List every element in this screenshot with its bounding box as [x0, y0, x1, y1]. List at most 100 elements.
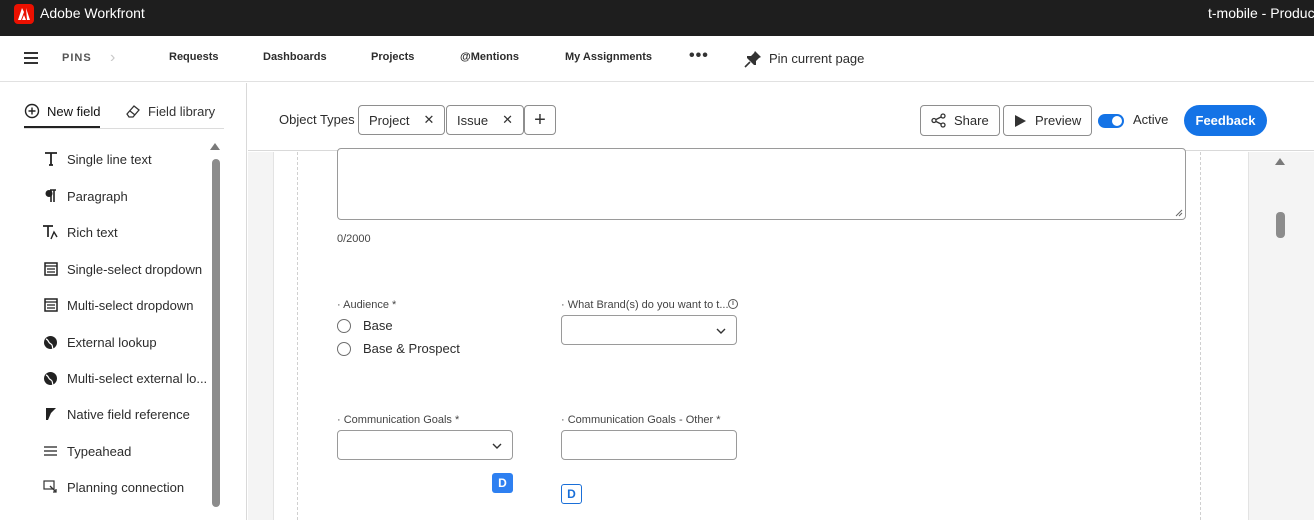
form-canvas: 0/2000 · Audience * Base Base & Prospect…	[248, 148, 1314, 520]
share-button[interactable]: Share	[920, 105, 1000, 136]
character-counter: 0/2000	[337, 233, 371, 245]
field-type-item[interactable]: Paragraph	[42, 186, 128, 206]
pins-label[interactable]: PINS	[62, 52, 92, 64]
field-type-label: Native field reference	[67, 406, 190, 422]
field-type-label: External lookup	[67, 334, 157, 350]
chevron-down-icon	[716, 328, 726, 334]
audience-label: · Audience *	[337, 299, 397, 311]
play-icon	[1015, 114, 1026, 127]
connection-icon	[42, 479, 59, 496]
add-object-type-button[interactable]: +	[524, 105, 556, 135]
object-type-chip-issue: Issue ✕	[446, 105, 524, 135]
tab-field-library[interactable]: Field library	[125, 103, 215, 119]
globe-icon	[42, 370, 59, 387]
field-type-item[interactable]: Rich text	[42, 222, 118, 242]
preview-button[interactable]: Preview	[1003, 105, 1093, 136]
text-icon	[42, 151, 59, 168]
active-toggle[interactable]	[1098, 114, 1124, 128]
field-type-item[interactable]: External lookup	[42, 332, 157, 352]
radio-button[interactable]	[337, 318, 351, 333]
nav-requests[interactable]: Requests	[169, 51, 219, 63]
field-type-item[interactable]: Multi-select dropdown	[42, 295, 193, 315]
field-type-label: Single-select dropdown	[67, 261, 203, 277]
field-palette-panel: New field Field library Single line text…	[0, 83, 247, 520]
scroll-up-arrow[interactable]	[1275, 158, 1285, 165]
field-type-item[interactable]: Single-select dropdown	[42, 259, 202, 279]
object-types-label: Object Types	[279, 112, 355, 127]
field-type-item[interactable]: Native field reference	[42, 404, 190, 424]
display-logic-badge[interactable]: D	[492, 473, 513, 493]
window-titlebar: Adobe Workfront t-mobile - Productio	[0, 0, 1314, 36]
adobe-logo-icon	[14, 4, 34, 24]
brand-dropdown[interactable]	[561, 315, 737, 345]
nav-projects[interactable]: Projects	[371, 51, 414, 63]
field-type-item[interactable]: Multi-select external lo...	[42, 368, 207, 388]
active-label: Active	[1133, 112, 1169, 127]
app-title: Adobe Workfront	[40, 5, 145, 21]
nav-my-assignments[interactable]: My Assignments	[565, 51, 652, 63]
more-icon[interactable]: •••	[689, 47, 709, 65]
communication-goals-label: · Communication Goals *	[337, 414, 460, 426]
object-type-chip-project: Project ✕	[358, 105, 446, 135]
palette-tabs: New field Field library	[24, 101, 224, 129]
eraser-icon	[126, 105, 140, 118]
field-type-label: Single line text	[67, 151, 152, 167]
canvas-scrollbar[interactable]	[1276, 212, 1285, 238]
window-tab-title[interactable]: t-mobile - Productio	[1208, 5, 1314, 21]
field-type-label: Multi-select dropdown	[67, 297, 194, 313]
field-type-label: Typeahead	[67, 443, 132, 459]
preview-label: Preview	[1035, 113, 1082, 128]
typeahead-icon	[42, 443, 59, 460]
communication-goals-other-input[interactable]	[561, 430, 737, 460]
feedback-button[interactable]: Feedback	[1184, 105, 1267, 136]
paragraph-icon	[42, 188, 59, 205]
resize-grip-icon[interactable]	[1175, 209, 1183, 217]
info-icon[interactable]: i	[728, 299, 738, 309]
field-type-label: Paragraph	[67, 188, 128, 204]
display-logic-badge[interactable]: D	[561, 484, 582, 504]
add-circle-icon	[24, 103, 40, 119]
main-menu-icon[interactable]	[24, 52, 38, 64]
pin-icon[interactable]	[744, 50, 762, 68]
chip-label: Issue	[457, 112, 489, 128]
field-type-item[interactable]: Typeahead	[42, 441, 131, 461]
chevron-right-icon: ›	[110, 49, 116, 66]
field-type-label: Rich text	[67, 224, 118, 240]
nav-dashboards[interactable]: Dashboards	[263, 51, 327, 63]
dropdown-icon	[42, 261, 59, 278]
remove-chip-icon[interactable]: ✕	[502, 112, 513, 128]
radio-button[interactable]	[337, 341, 351, 356]
remove-chip-icon[interactable]: ✕	[423, 112, 434, 128]
tab-new-field-label: New field	[47, 103, 101, 119]
top-navigation: PINS › Requests Dashboards Projects @Men…	[0, 36, 1314, 82]
section-divider	[1200, 152, 1201, 520]
multi-dropdown-icon	[42, 297, 59, 314]
radio-option-base[interactable]: Base	[337, 318, 393, 333]
field-type-item[interactable]: Planning connection	[42, 477, 184, 497]
chevron-down-icon	[492, 443, 502, 449]
paragraph-field[interactable]	[337, 148, 1186, 220]
rich-text-icon	[42, 224, 59, 241]
chip-label: Project	[369, 112, 410, 128]
form-header-bar: Object Types Project ✕ Issue ✕ + Share P…	[248, 83, 1314, 151]
section-divider	[297, 152, 298, 520]
reference-icon	[42, 406, 59, 423]
form-area: 0/2000 · Audience * Base Base & Prospect…	[273, 148, 1249, 520]
panel-scrollbar[interactable]	[212, 159, 220, 507]
communication-goals-other-label: · Communication Goals - Other *	[561, 414, 721, 426]
globe-icon	[42, 334, 59, 351]
scroll-up-arrow[interactable]	[210, 143, 220, 150]
share-icon	[931, 113, 946, 128]
communication-goals-dropdown[interactable]	[337, 430, 513, 460]
field-type-item[interactable]: Single line text	[42, 149, 152, 169]
radio-option-base-prospect[interactable]: Base & Prospect	[337, 341, 460, 356]
brand-label: · What Brand(s) do you want to t...	[561, 299, 729, 311]
nav-mentions[interactable]: @Mentions	[460, 51, 519, 63]
tab-new-field[interactable]: New field	[24, 103, 101, 128]
radio-label: Base	[363, 318, 393, 333]
field-type-label: Planning connection	[67, 479, 185, 495]
share-label: Share	[954, 113, 989, 128]
tab-field-library-label: Field library	[148, 103, 216, 119]
pin-current-page-button[interactable]: Pin current page	[769, 51, 864, 66]
radio-label: Base & Prospect	[363, 341, 460, 356]
